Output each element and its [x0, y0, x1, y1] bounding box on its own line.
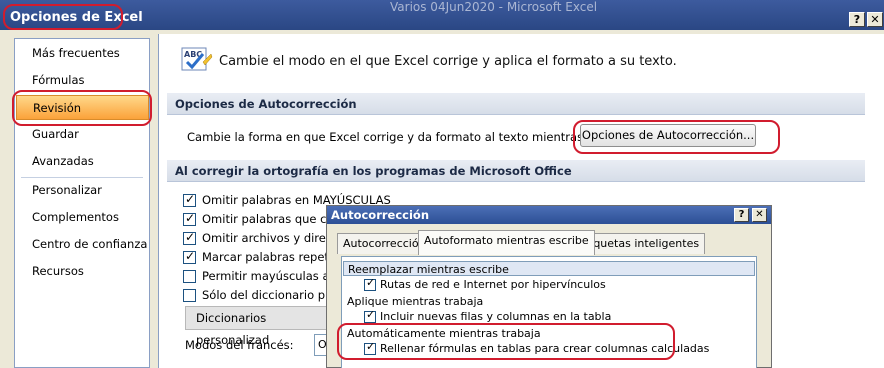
check-row-repeated[interactable]: Marcar palabras repetid — [183, 249, 340, 268]
nav-item-personalizar[interactable]: Personalizar — [16, 178, 149, 203]
group-heading-apply: Aplique mientras trabaja — [347, 295, 484, 308]
page-headline: Cambie el modo en el que Excel corrige y… — [219, 54, 677, 69]
nav-item-complementos[interactable]: Complementos — [16, 205, 149, 230]
checkbox[interactable] — [183, 211, 196, 226]
check-label: Omitir archivos y direcci — [202, 231, 342, 245]
option-network-paths[interactable]: Rutas de red e Internet por hipervínculo… — [364, 276, 606, 294]
tab-autoformato[interactable]: Autoformato mientras escribe — [418, 230, 595, 255]
check-row-accented[interactable]: Permitir mayúsculas ace — [183, 269, 343, 287]
section-autocorrect: Opciones de Autocorrección — [167, 93, 865, 115]
window-title-bar: Varios 04Jun2020 - Microsoft Excel Opcio… — [0, 0, 884, 30]
autocorrect-description: Cambie la forma en que Excel corrige y d… — [187, 130, 633, 144]
annotation-oval-autocorrect-button — [573, 120, 780, 154]
help-button[interactable]: ? — [849, 12, 865, 27]
option-label: Rutas de red e Internet por hipervínculo… — [380, 278, 606, 291]
check-label: Omitir palabras que cor — [202, 212, 339, 226]
checkbox[interactable] — [183, 192, 196, 207]
check-label: Sólo del diccionario prin — [202, 288, 341, 302]
dialog-title: Autocorrección — [331, 208, 430, 222]
checkbox[interactable] — [183, 249, 196, 264]
annotation-oval-fill-formulas — [337, 323, 675, 360]
check-label: Marcar palabras repetid — [202, 250, 340, 264]
check-row-numbers[interactable]: Omitir palabras que cor — [183, 211, 339, 230]
options-nav: Más frecuentes Fórmulas Revisión Guardar… — [14, 38, 150, 368]
checkbox[interactable] — [183, 230, 196, 245]
dialog-close-button[interactable]: ✕ — [752, 208, 767, 222]
option-label: Incluir nuevas filas y columnas en la ta… — [380, 310, 612, 323]
checkbox[interactable] — [364, 308, 376, 323]
check-row-main-dictionary[interactable]: Sólo del diccionario prin — [183, 288, 340, 306]
section-spelling: Al corregir la ortografía en los program… — [167, 160, 865, 182]
group-heading-replace: Reemplazar mientras escribe — [343, 261, 755, 276]
checkbox[interactable] — [183, 289, 196, 302]
close-button[interactable]: ✕ — [867, 12, 883, 27]
nav-item-avanzadas[interactable]: Avanzadas — [16, 149, 149, 174]
annotation-oval-revision — [12, 90, 152, 126]
abc-check-icon: ABC — [181, 47, 213, 71]
french-modes-label: Modos del francés: — [185, 338, 294, 352]
nav-item-mas-frecuentes[interactable]: Más frecuentes — [16, 41, 149, 66]
background-window-title: Varios 04Jun2020 - Microsoft Excel — [390, 0, 598, 14]
annotation-oval-title — [3, 4, 123, 30]
custom-dictionaries-button[interactable]: Diccionarios personalizad — [185, 306, 335, 347]
checkbox[interactable] — [364, 276, 376, 291]
check-label: Permitir mayúsculas ace — [202, 269, 343, 283]
nav-item-recursos[interactable]: Recursos — [16, 259, 149, 284]
dialog-title-bar: Autocorrección ? ✕ — [327, 206, 771, 224]
nav-item-centro-confianza[interactable]: Centro de confianza — [16, 232, 149, 257]
dialog-help-button[interactable]: ? — [734, 208, 749, 222]
check-row-internet[interactable]: Omitir archivos y direcci — [183, 230, 342, 249]
checkbox[interactable] — [183, 270, 196, 283]
